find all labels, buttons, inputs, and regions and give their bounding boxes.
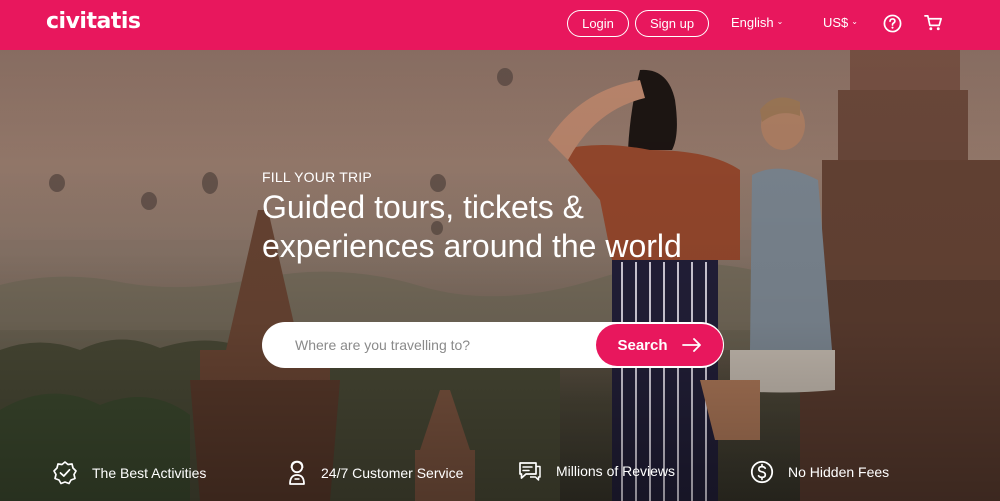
currency-label: US$ <box>823 15 849 30</box>
feature-label: No Hidden Fees <box>788 464 890 480</box>
feature-item: The Best Activities <box>52 460 206 486</box>
language-selector[interactable]: English ⌄ <box>731 15 783 30</box>
feature-label: Millions of Reviews <box>556 463 676 479</box>
chevron-down-icon: ⌄ <box>776 17 784 26</box>
civitatis-logo[interactable]: civitatis <box>46 9 141 34</box>
search-button-label: Search <box>617 336 668 354</box>
feature-label: The Best Activities <box>92 465 207 481</box>
currency-selector[interactable]: US$ ⌄ <box>823 15 858 30</box>
search-input[interactable] <box>295 335 585 355</box>
support-agent-icon <box>289 460 305 485</box>
login-button[interactable]: Login <box>567 10 629 37</box>
search-button[interactable]: Search <box>596 324 723 366</box>
hero-headline: Guided tours, tickets & experiences arou… <box>262 189 682 264</box>
hero-overlay <box>0 50 1000 501</box>
cart-icon[interactable] <box>923 13 943 33</box>
badge-check-icon <box>53 461 77 485</box>
reviews-icon <box>519 462 541 481</box>
help-icon[interactable] <box>882 13 902 33</box>
feature-item: 24/7 Customer Service <box>287 460 463 486</box>
top-nav-bar: civitatis Login Sign up English ⌄ US$ ⌄ <box>0 0 1000 50</box>
dollar-circle-icon <box>750 460 774 484</box>
chevron-down-icon: ⌄ <box>851 17 858 26</box>
language-label: English <box>731 15 774 30</box>
feature-strip: The Best Activities 24/7 Customer Servic… <box>0 460 1000 494</box>
hero-banner <box>0 50 1000 501</box>
hero-kicker: FILL YOUR TRIP <box>262 169 372 185</box>
feature-item: No Hidden Fees <box>750 460 889 484</box>
search-bar: Search <box>262 322 724 368</box>
arrow-right-icon <box>681 338 701 352</box>
feature-label: 24/7 Customer Service <box>321 465 464 481</box>
feature-item: Millions of Reviews <box>518 460 675 482</box>
signup-button[interactable]: Sign up <box>635 10 709 37</box>
